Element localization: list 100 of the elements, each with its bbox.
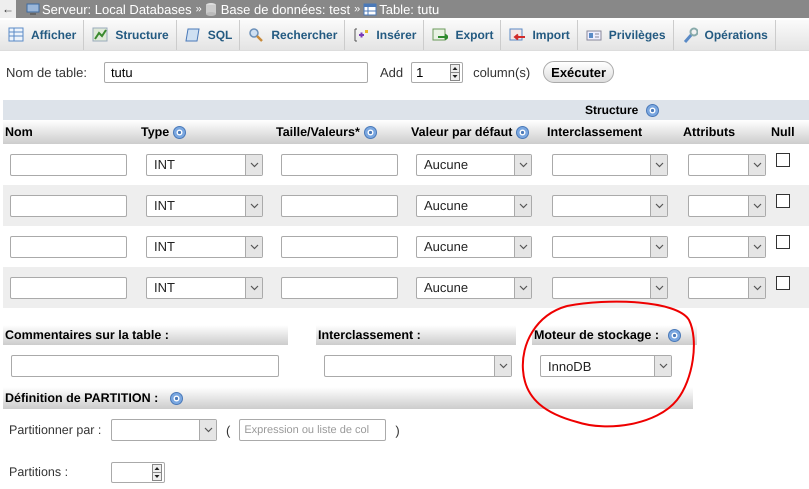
collation-dropdown[interactable] <box>552 236 668 258</box>
chevron-icon <box>752 284 762 290</box>
chevron-icon <box>654 162 664 168</box>
default-dropdown[interactable]: Aucune <box>416 276 532 298</box>
search-icon <box>248 27 264 43</box>
length-field[interactable] <box>281 194 398 216</box>
tab[interactable]: Opérations <box>674 20 776 50</box>
chevron-icon <box>498 363 508 369</box>
attributes-dropdown[interactable] <box>688 194 766 216</box>
column-title: Type <box>141 125 170 139</box>
field-label: Partitionner par : <box>9 423 102 437</box>
null-checkbox[interactable] <box>776 276 790 290</box>
null-checkbox[interactable] <box>776 194 790 208</box>
breadcrumb-separator: » <box>196 3 202 15</box>
column-title: Taille/Valeurs* <box>276 125 360 139</box>
column-count-field[interactable]: 1 <box>411 62 464 82</box>
null-checkbox[interactable] <box>776 234 790 248</box>
default-dropdown[interactable]: Aucune <box>416 194 532 216</box>
section-title: Commentaires sur la table : <box>5 328 169 342</box>
field-label: Nom de table: <box>6 64 87 80</box>
type-dropdown[interactable]: INT <box>146 276 263 298</box>
column-title: Valeur par défaut <box>411 125 512 139</box>
tab[interactable]: Insérer <box>345 20 424 50</box>
tab[interactable]: Privilèges <box>578 20 674 50</box>
execute-button[interactable]: Exécuter <box>543 61 614 83</box>
section-title: Structure <box>585 103 638 117</box>
field-label: column(s) <box>473 64 530 80</box>
default-dropdown[interactable]: Aucune <box>416 236 532 258</box>
chevron-icon <box>654 284 664 290</box>
default-dropdown[interactable]: Aucune <box>416 154 532 176</box>
export-icon <box>432 27 448 43</box>
collation-dropdown[interactable] <box>552 194 668 216</box>
breadcrumb-link[interactable]: Serveur: Local Databases <box>42 2 192 16</box>
tab[interactable]: Afficher <box>0 20 84 50</box>
chevron-icon <box>518 202 528 208</box>
table-name-field[interactable]: tutu <box>104 62 368 82</box>
chevron-icon <box>518 284 528 290</box>
chevron-icon <box>752 244 762 250</box>
tab[interactable]: SQL <box>176 20 240 50</box>
help-icon <box>364 126 377 138</box>
breadcrumb-link[interactable]: Table: tutu <box>379 2 440 16</box>
database-icon <box>204 2 219 16</box>
tab[interactable]: Structure <box>84 20 177 50</box>
field-label: Partitions : <box>9 465 70 479</box>
chevron-icon <box>752 162 762 168</box>
field-label: Add <box>380 64 404 80</box>
back-button[interactable]: ← <box>0 0 16 18</box>
length-field[interactable] <box>281 276 398 298</box>
chevron-icon <box>654 244 664 250</box>
column-title: Nom <box>5 125 33 139</box>
scroll-icon <box>184 27 201 43</box>
partition-count-field[interactable] <box>111 462 165 482</box>
tab[interactable]: Rechercher <box>240 20 346 50</box>
comment-field[interactable] <box>11 355 279 377</box>
section-title: Interclassement : <box>318 328 421 342</box>
type-dropdown[interactable]: INT <box>146 154 263 176</box>
null-checkbox[interactable] <box>776 152 790 166</box>
chevron-icon <box>654 202 664 208</box>
chevron-icon <box>518 244 528 250</box>
monitor-icon <box>26 2 40 16</box>
collation-dropdown[interactable] <box>552 154 668 176</box>
attributes-dropdown[interactable] <box>688 276 766 298</box>
help-icon <box>516 126 530 138</box>
name-field[interactable] <box>10 236 127 258</box>
chevron-icon <box>518 162 528 168</box>
name-field[interactable] <box>10 276 127 298</box>
tab[interactable]: Import <box>501 20 578 50</box>
column-title: Null <box>771 125 795 139</box>
storage-engine-dropdown[interactable]: InnoDB <box>540 355 672 377</box>
section-title: Définition de PARTITION : <box>5 391 158 405</box>
parenthesis: ) <box>395 422 400 438</box>
length-field[interactable] <box>281 236 398 258</box>
insert-icon <box>353 27 370 43</box>
chart-icon <box>92 27 108 43</box>
collation-dropdown[interactable] <box>324 355 512 377</box>
spinner-icon <box>152 464 162 480</box>
help-icon <box>173 126 186 138</box>
chevron-icon <box>250 202 258 208</box>
name-field[interactable] <box>10 154 127 176</box>
breadcrumb-separator: » <box>354 3 360 15</box>
column-title: Attributs <box>683 125 736 139</box>
name-field[interactable] <box>10 194 127 216</box>
collation-dropdown[interactable] <box>552 276 668 298</box>
wrench-icon <box>682 27 698 43</box>
type-dropdown[interactable]: INT <box>146 194 263 216</box>
chevron-icon <box>752 202 762 208</box>
type-dropdown[interactable]: INT <box>146 236 263 258</box>
attributes-dropdown[interactable] <box>688 236 766 258</box>
partition-type-dropdown[interactable] <box>111 419 217 441</box>
chevron-icon <box>250 284 258 290</box>
attributes-dropdown[interactable] <box>688 154 766 176</box>
column-title: Interclassement <box>547 125 642 139</box>
breadcrumb-link[interactable]: Base de données: test <box>220 2 350 16</box>
chevron-icon <box>658 363 668 369</box>
spinner-icon <box>450 64 460 80</box>
import-icon <box>509 27 526 43</box>
tab[interactable]: Export <box>424 20 502 50</box>
chevron-icon <box>250 244 258 250</box>
section-title: Moteur de stockage : <box>534 328 660 342</box>
length-field[interactable] <box>281 154 398 176</box>
